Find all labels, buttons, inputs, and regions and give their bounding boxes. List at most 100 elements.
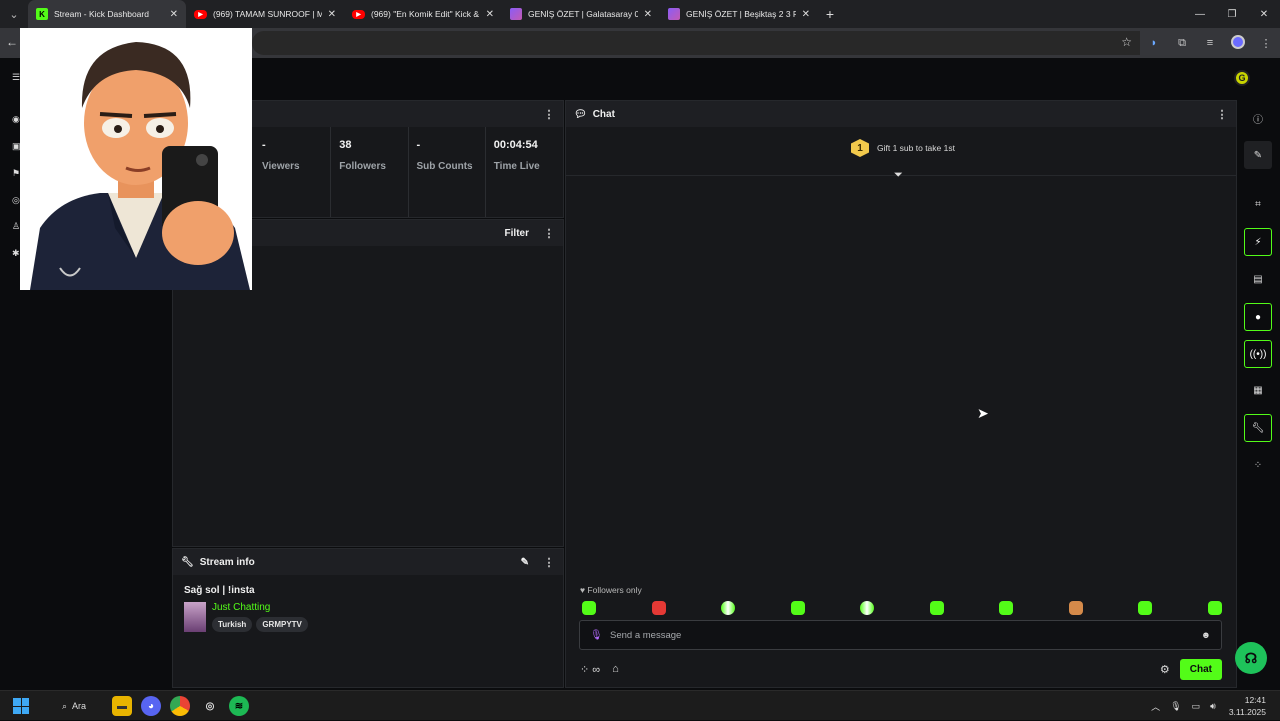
microphone-icon[interactable]: 🎙︎ — [590, 630, 603, 641]
spotify-icon[interactable]: ≋ — [229, 696, 249, 716]
extensions-icon[interactable]: ⧉ — [1168, 37, 1196, 50]
new-tab-icon[interactable]: + — [818, 6, 842, 22]
emote-icon[interactable] — [860, 601, 875, 615]
nav-moderation-icon[interactable]: ⚑ — [12, 168, 20, 179]
read-aloud-icon[interactable]: ◗ — [1140, 37, 1168, 49]
stat-value: - — [262, 139, 266, 151]
more-options-icon[interactable]: ⋮ — [1216, 108, 1228, 121]
tab-title: GENİŞ ÖZET | Beşiktaş 2 3 Fene — [686, 9, 796, 19]
close-tab-icon[interactable]: ✕ — [644, 9, 652, 20]
chevron-up-icon[interactable]: ︿ — [1151, 700, 1160, 713]
send-chat-button[interactable]: Chat — [1179, 658, 1222, 680]
store-icon[interactable]: ⌂ — [612, 663, 619, 675]
filter-button[interactable]: Filter — [505, 228, 529, 239]
help-support-button[interactable]: ☊ — [1235, 642, 1267, 674]
emote-icon[interactable] — [999, 601, 1014, 615]
back-arrow-icon[interactable]: ← — [6, 35, 18, 49]
stat-label: Sub Counts — [416, 161, 473, 172]
browser-tab-3[interactable]: GENİŞ ÖZET | Galatasaray 0 0 Tr ✕ — [502, 0, 660, 28]
profile-icon[interactable] — [1224, 34, 1252, 52]
maximize-icon[interactable]: ❐ — [1216, 0, 1248, 28]
wrench-icon[interactable]: 🔧︎ — [1244, 414, 1272, 442]
address-bar[interactable]: ☆ — [252, 31, 1140, 55]
category-link[interactable]: Just Chatting — [212, 602, 308, 613]
emote-icon[interactable] — [1138, 601, 1153, 615]
stream-title: Sağ sol | !insta — [184, 585, 255, 596]
more-options-icon[interactable]: ⋮ — [543, 556, 555, 569]
browser-tab-strip: ⌄ K Stream - Kick Dashboard ✕ ▶ (969) TA… — [0, 0, 1280, 28]
followers-only-indicator: ♥ Followers only — [580, 585, 642, 595]
chat-message-input[interactable]: 🎙︎ Send a message ☻ — [579, 620, 1222, 650]
layout-icon[interactable]: ▦ — [1244, 376, 1272, 404]
browser-tab-0[interactable]: K Stream - Kick Dashboard ✕ — [28, 0, 186, 28]
browser-tab-2[interactable]: ▶ (969) "En Komik Edit" Kick & Ta ✕ — [344, 0, 502, 28]
media-controls-icon[interactable]: ≡ — [1196, 37, 1224, 49]
emote-icon[interactable] — [721, 601, 736, 615]
microphone-icon[interactable]: 🎙︎ — [1170, 701, 1181, 712]
stat-value: 38 — [339, 139, 352, 151]
volume-icon[interactable]: 🔊︎ — [1210, 701, 1216, 712]
document-icon[interactable]: ▤ — [1244, 265, 1272, 293]
close-tab-icon[interactable]: ✕ — [486, 9, 494, 20]
clock-time: 12:41 — [1244, 695, 1266, 705]
rank-badge-icon: 1 — [851, 139, 869, 157]
stream-info-body: Sağ sol | !insta Just Chatting Turkish G… — [173, 575, 563, 642]
network-icon[interactable]: ▭ — [1192, 701, 1201, 712]
emote-icon[interactable] — [929, 601, 944, 615]
minimize-icon[interactable]: — — [1184, 0, 1216, 28]
nav-settings-icon[interactable]: ✱ — [12, 248, 20, 259]
chat-settings-gear-icon[interactable]: ⚙ — [1160, 663, 1170, 676]
obs-icon[interactable]: ◎ — [200, 696, 220, 716]
system-clock[interactable]: 12:41 3.11.2025 — [1229, 694, 1266, 718]
emote-icon[interactable] — [1068, 601, 1083, 615]
kick-points-icon[interactable]: ⁘ ∞ — [580, 663, 600, 676]
tag-pill[interactable]: Turkish — [212, 617, 253, 632]
mouse-cursor-icon: ➤ — [977, 405, 989, 421]
edit-pencil-icon[interactable]: ✎ — [521, 557, 529, 568]
taskbar-search[interactable]: ⌕ Ara — [52, 697, 96, 715]
close-tab-icon[interactable]: ✕ — [802, 9, 810, 20]
nav-stream-icon[interactable]: ◉ — [12, 114, 20, 125]
discord-icon[interactable]: ◕ — [141, 696, 161, 716]
browser-menu-icon[interactable]: ⋮ — [1252, 37, 1280, 50]
stat-label: Viewers — [262, 161, 300, 172]
broadcast-icon[interactable]: ((•)) — [1244, 340, 1272, 368]
lightning-icon[interactable]: ⚡︎ — [1244, 228, 1272, 256]
right-tool-rail: ⓘ ✎ ⌗ ⚡︎ ▤ ● ((•)) ▦ 🔧︎ ⁘ — [1242, 58, 1276, 690]
nav-community-icon[interactable]: ◎ — [12, 195, 20, 206]
browser-tab-1[interactable]: ▶ (969) TAMAM SUNROOF | Mad ✕ — [186, 0, 344, 28]
chrome-icon[interactable] — [170, 696, 190, 716]
gift-leaderboard[interactable]: 1 Gift 1 sub to take 1st — [851, 139, 955, 157]
tab-title: Stream - Kick Dashboard — [54, 9, 149, 19]
more-options-icon[interactable]: ⋮ — [543, 227, 555, 240]
emote-icon[interactable] — [790, 601, 805, 615]
more-options-icon[interactable]: ⋮ — [543, 108, 555, 121]
browser-tab-4[interactable]: GENİŞ ÖZET | Beşiktaş 2 3 Fene ✕ — [660, 0, 818, 28]
tab-title: (969) TAMAM SUNROOF | Mad — [213, 9, 322, 19]
emote-icon[interactable] — [582, 601, 596, 615]
scan-icon[interactable]: ⌗ — [1244, 190, 1272, 218]
bookmark-star-icon[interactable]: ☆ — [1121, 35, 1132, 49]
close-window-icon[interactable]: ✕ — [1248, 0, 1280, 28]
emote-icon[interactable] — [651, 601, 666, 615]
chat-panel: 💬︎ Chat ⋮ 1 Gift 1 sub to take 1st ⏷ ♥ F… — [565, 100, 1237, 688]
tag-pill[interactable]: GRMPYTV — [256, 617, 308, 632]
chat-bubble-icon[interactable]: ● — [1244, 303, 1272, 331]
info-icon[interactable]: ⓘ — [1244, 104, 1272, 132]
points-icon[interactable]: ⁘ — [1244, 451, 1272, 479]
pinned-message-icon[interactable]: ⏷ — [894, 169, 903, 182]
search-label: Ara — [72, 701, 87, 711]
nav-user-icon[interactable]: ♙ — [12, 221, 20, 232]
close-tab-icon[interactable]: ✕ — [170, 9, 178, 20]
file-explorer-icon[interactable]: ▬ — [112, 696, 132, 716]
menu-icon[interactable]: ☰ — [12, 72, 20, 83]
emoji-picker-icon[interactable]: ☻ — [1201, 630, 1211, 641]
emote-icon[interactable] — [1207, 601, 1222, 615]
heart-icon: ♥ — [580, 585, 586, 595]
close-tab-icon[interactable]: ✕ — [328, 9, 336, 20]
chat-header: 💬︎ Chat ⋮ — [566, 101, 1236, 127]
windows-start-icon[interactable] — [13, 698, 29, 714]
youtube-icon: ▶ — [352, 9, 365, 19]
edit-pencil-icon[interactable]: ✎ — [1244, 141, 1272, 169]
tab-search-icon[interactable]: ⌄ — [0, 0, 28, 28]
